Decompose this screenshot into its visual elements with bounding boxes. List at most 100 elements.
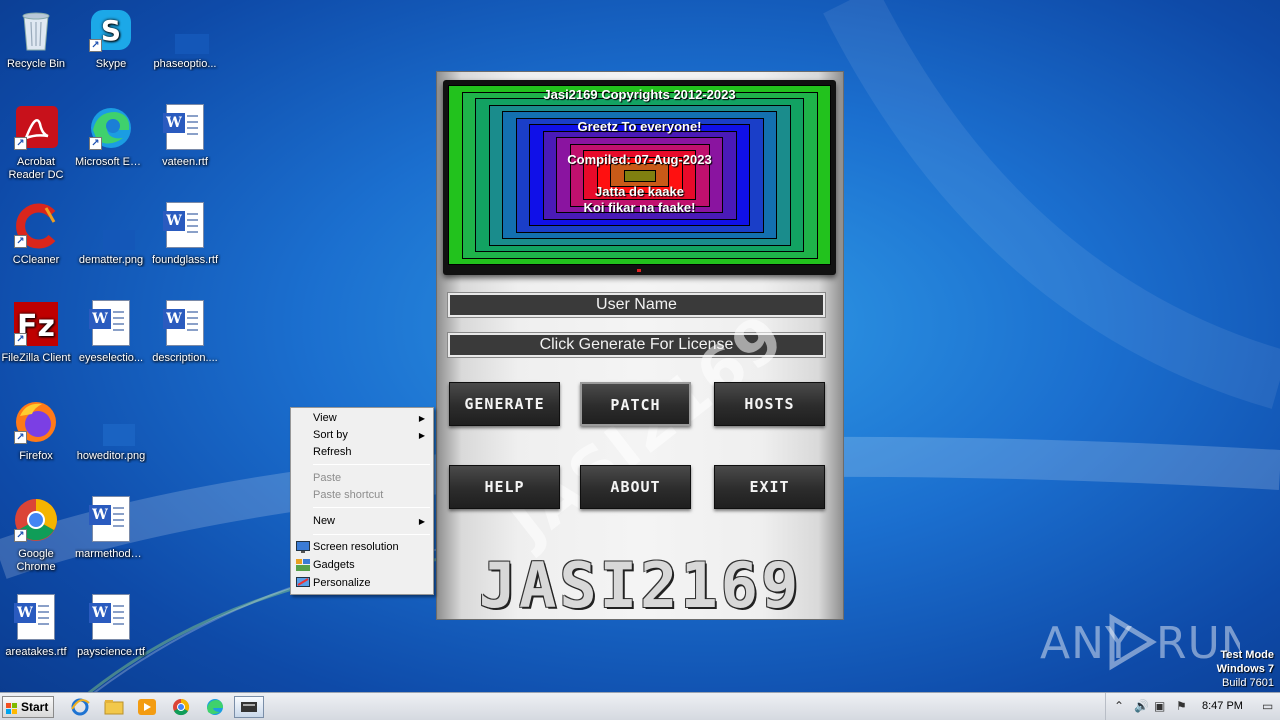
desktop-icon-dematter[interactable]: dematter.png (75, 202, 147, 267)
desktop-icon-label: vateen.rtf (162, 156, 208, 168)
desktop-icon-marmethods[interactable]: W marmethods.... (75, 496, 147, 561)
desktop-icon-eyeselection[interactable]: W eyeselectio... (75, 300, 147, 365)
volume-icon[interactable]: 🔊 (1134, 699, 1149, 713)
edge-icon: ↗ (87, 104, 135, 152)
edge-icon[interactable] (204, 697, 226, 717)
firefox-icon: ↗ (12, 398, 60, 446)
menu-item-label: Refresh (313, 446, 352, 458)
explorer-folder-icon[interactable] (103, 697, 125, 717)
desktop-icon-payscience[interactable]: W payscience.rtf (75, 594, 147, 659)
desktop-icon-areatakes[interactable]: W areatakes.rtf (0, 594, 72, 659)
desktop-icon-label: description.... (152, 352, 218, 364)
menu-separator (313, 534, 430, 535)
svg-text:S: S (101, 14, 121, 47)
menu-item-new[interactable]: New ▶ (293, 513, 431, 530)
menu-item-label: New (313, 515, 336, 527)
menu-item-gadgets[interactable]: Gadgets (293, 557, 431, 574)
menu-item-personalize[interactable]: Personalize (293, 575, 431, 592)
desktop-icon-edge[interactable]: ↗ Microsoft Edge (75, 104, 147, 169)
desktop-icon-vateen[interactable]: W vateen.rtf (149, 104, 221, 169)
desktop-icon-label: CCleaner (12, 254, 60, 266)
word-doc-icon: W (87, 594, 135, 642)
desktop-icon-howeditor[interactable]: howeditor.png (75, 398, 147, 463)
submenu-arrow-icon: ▶ (418, 431, 425, 440)
desktop-icon-filezilla[interactable]: Fz ↗ FileZilla Client (0, 300, 72, 365)
submenu-arrow-icon: ▶ (418, 517, 425, 526)
menu-item-label: Gadgets (313, 559, 355, 571)
submenu-arrow-icon: ▶ (418, 414, 425, 423)
word-doc-icon: W (161, 300, 209, 348)
desktop-icon-ccleaner[interactable]: ↗ CCleaner (0, 202, 72, 267)
menu-item-sort-by[interactable]: Sort by ▶ (293, 427, 431, 444)
desktop-icon-label: eyeselectio... (78, 352, 144, 364)
about-button[interactable]: ABOUT (580, 465, 691, 509)
hosts-button[interactable]: HOSTS (714, 382, 825, 426)
menu-item-label: Personalize (313, 577, 371, 589)
tv-screen: Jasi2169 Copyrights 2012-2023 Greetz To … (448, 85, 831, 265)
image-file-icon (161, 6, 219, 54)
ie-icon[interactable] (69, 697, 91, 717)
action-center-flag-icon[interactable]: ⚑ (1176, 699, 1187, 713)
windows-flag-icon (6, 701, 18, 714)
show-hidden-icons-icon[interactable]: ⌃ (1114, 699, 1124, 713)
copyright-text: Jasi2169 Copyrights 2012-2023 (543, 87, 736, 102)
network-icon[interactable]: ▣ (1154, 699, 1165, 713)
shortcut-arrow-icon: ↗ (14, 235, 27, 248)
tv-banner: Jasi2169 Copyrights 2012-2023 Greetz To … (443, 80, 836, 275)
menu-item-view[interactable]: View ▶ (293, 410, 431, 427)
patch-button[interactable]: PATCH (580, 382, 691, 426)
tv-power-led (637, 269, 641, 272)
desktop-icon-label: FileZilla Client (1, 352, 71, 364)
desktop-icon-description[interactable]: W description.... (149, 300, 221, 365)
build-text: Build 7601 (1222, 677, 1274, 689)
start-button[interactable]: Start (2, 696, 54, 718)
anyrun-watermark: ANY RUN (1040, 612, 1254, 672)
recycle-bin-icon (12, 6, 60, 54)
monitor-icon (296, 541, 310, 553)
menu-item-screen-resolution[interactable]: Screen resolution (293, 539, 431, 556)
chrome-icon[interactable] (170, 697, 192, 717)
word-doc-icon: W (161, 104, 209, 152)
media-player-icon[interactable] (136, 697, 158, 717)
shortcut-arrow-icon: ↗ (89, 39, 102, 52)
desktop-icon-acrobat[interactable]: ↗ Acrobat Reader DC (0, 104, 72, 182)
desktop-icon-recycle-bin[interactable]: Recycle Bin (0, 6, 72, 71)
patcher-window: Jasi2169 Copyrights 2012-2023 Greetz To … (436, 71, 844, 620)
menu-item-paste: Paste (293, 470, 431, 487)
desktop-icon-area: Recycle Bin S ↗ Skype phaseoptio... ↗ Ac… (0, 0, 230, 690)
desktop-icon-firefox[interactable]: ↗ Firefox (0, 398, 72, 463)
generate-button[interactable]: GENERATE (449, 382, 560, 426)
word-doc-icon: W (87, 496, 135, 544)
word-doc-icon: W (12, 594, 60, 642)
compiled-text: Compiled: 07-Aug-2023 (567, 152, 712, 167)
desktop-icon-phaseoptions[interactable]: phaseoptio... (149, 6, 221, 71)
desktop-icon-chrome[interactable]: ↗ Google Chrome (0, 496, 72, 574)
word-doc-icon: W (87, 300, 135, 348)
menu-item-label: Sort by (313, 429, 348, 441)
tagline-1-text: Jatta de kaake (595, 184, 684, 199)
taskbar: Start ⌃ 🔊 ▣ ⚑ 8:47 PM ▭ (0, 692, 1280, 720)
desktop-icon-label: Google Chrome (16, 548, 56, 573)
menu-item-refresh[interactable]: Refresh (293, 444, 431, 461)
help-button[interactable]: HELP (449, 465, 560, 509)
shortcut-arrow-icon: ↗ (14, 137, 27, 150)
desktop-icon-label: areatakes.rtf (5, 646, 67, 658)
os-build-info: Test Mode Windows 7 Build 7601 (1217, 648, 1274, 690)
ccleaner-icon: ↗ (12, 202, 60, 250)
filezilla-icon: Fz ↗ (12, 300, 60, 348)
jasi-logo: JASI2169 (478, 549, 802, 622)
exit-button[interactable]: EXIT (714, 465, 825, 509)
menu-separator (313, 464, 430, 465)
chrome-icon: ↗ (12, 496, 60, 544)
test-mode-text: Test Mode (1220, 649, 1274, 661)
show-desktop-icon[interactable]: ▭ (1262, 699, 1273, 713)
desktop-icon-label: Recycle Bin (6, 58, 66, 70)
desktop-icon-foundglass[interactable]: W foundglass.rtf (149, 202, 221, 267)
desktop-icon-label: payscience.rtf (77, 646, 145, 658)
desktop-icon-skype[interactable]: S ↗ Skype (75, 6, 147, 71)
tagline-2-text: Koi fikar na faake! (583, 200, 696, 215)
clock[interactable]: 8:47 PM (1202, 700, 1243, 712)
menu-item-label: Screen resolution (313, 541, 399, 553)
desktop-icon-label: dematter.png (78, 254, 144, 266)
app-window-icon[interactable] (234, 696, 264, 718)
